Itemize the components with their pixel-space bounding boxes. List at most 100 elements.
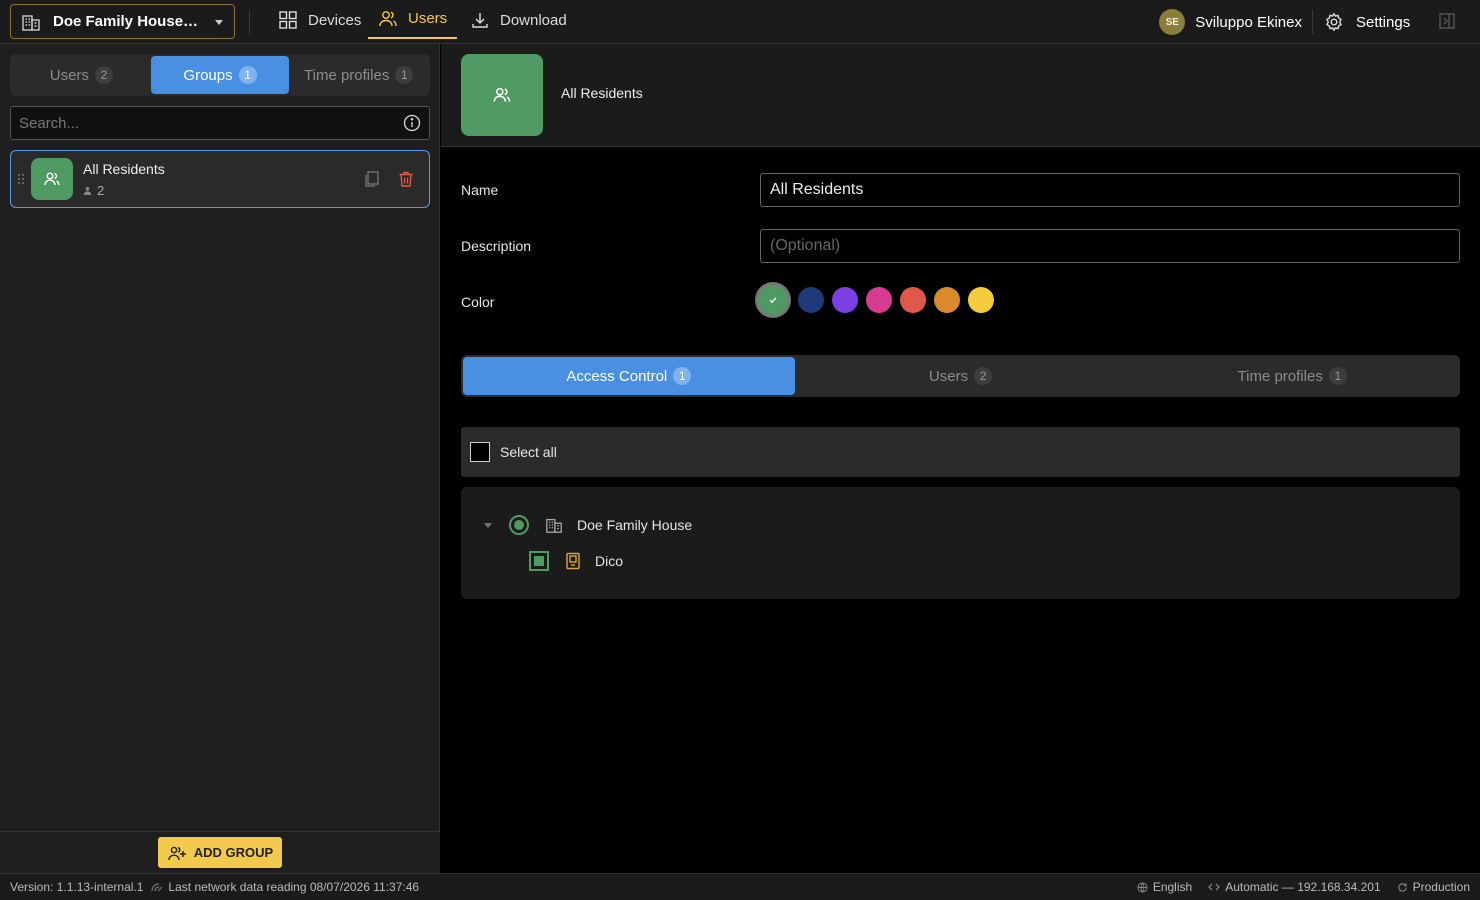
nav-users-label: Users bbox=[408, 10, 448, 27]
name-label: Name bbox=[461, 182, 499, 198]
detail-tabs: Access Control 1 Users 2 Time profiles 1 bbox=[461, 355, 1460, 397]
page-title: All Residents bbox=[561, 85, 643, 101]
count-badge: 1 bbox=[1328, 367, 1347, 385]
group-icon bbox=[31, 158, 73, 200]
color-swatch[interactable] bbox=[798, 287, 824, 313]
status-bar: Version: 1.1.13-internal.1 Last network … bbox=[0, 873, 1480, 900]
count-badge: 1 bbox=[395, 66, 414, 84]
tree-node-label: Doe Family House bbox=[577, 517, 693, 533]
tab-access-control[interactable]: Access Control 1 bbox=[463, 357, 795, 395]
building-icon bbox=[545, 516, 563, 534]
divider bbox=[249, 10, 250, 34]
last-reading: Last network data reading 08/07/2026 11:… bbox=[151, 880, 419, 894]
add-group-icon bbox=[167, 845, 187, 861]
groups-panel: Users 2 Groups 1 Time profiles 1 Search.… bbox=[0, 44, 440, 873]
detail-header: All Residents bbox=[441, 44, 1480, 147]
group-name: All Residents bbox=[83, 160, 165, 177]
gear-icon bbox=[1324, 12, 1344, 32]
list-tabs: Users 2 Groups 1 Time profiles 1 bbox=[10, 54, 430, 96]
tab-users[interactable]: Users 2 bbox=[795, 357, 1127, 395]
user-menu[interactable]: SE Sviluppo Ekinex bbox=[1159, 0, 1302, 44]
intercom-icon bbox=[565, 552, 581, 570]
expand-caret-icon[interactable] bbox=[483, 520, 497, 530]
tree-node-label: Dico bbox=[595, 553, 624, 569]
select-all-label: Select all bbox=[500, 444, 557, 460]
environment-status: Production bbox=[1397, 880, 1470, 894]
connection-status[interactable]: Automatic — 192.168.34.201 bbox=[1208, 880, 1381, 894]
globe-icon bbox=[1137, 881, 1148, 893]
language-selector[interactable]: English bbox=[1137, 880, 1192, 894]
tab-time-profiles[interactable]: Time profiles 1 bbox=[1126, 357, 1458, 395]
root-partial-selector[interactable] bbox=[509, 515, 529, 535]
nav-download[interactable]: Download bbox=[460, 0, 577, 40]
tab-label: Time profiles bbox=[1237, 367, 1323, 385]
description-field[interactable] bbox=[760, 229, 1460, 263]
download-icon bbox=[470, 10, 490, 30]
count-badge: 1 bbox=[673, 367, 692, 385]
member-count: 2 bbox=[83, 183, 355, 198]
select-all-row: Select all bbox=[461, 427, 1460, 477]
drag-handle-icon[interactable] bbox=[11, 173, 31, 185]
refresh-icon bbox=[1397, 882, 1408, 893]
count-badge: 1 bbox=[238, 66, 257, 84]
tab-label: Time profiles bbox=[304, 66, 390, 84]
environment-label: Production bbox=[1412, 880, 1470, 894]
signal-icon bbox=[151, 882, 163, 892]
project-name: Doe Family House Pro... bbox=[53, 13, 202, 30]
copy-icon bbox=[363, 170, 381, 188]
tab-label: Access Control bbox=[566, 367, 668, 385]
panel-footer: ADD GROUP bbox=[0, 831, 440, 873]
nav-devices[interactable]: Devices bbox=[268, 0, 371, 40]
settings-button[interactable]: Settings bbox=[1324, 0, 1410, 44]
select-all-checkbox[interactable] bbox=[470, 442, 490, 462]
avatar: SE bbox=[1159, 9, 1186, 35]
language-label: English bbox=[1152, 880, 1193, 894]
color-swatch[interactable] bbox=[832, 287, 858, 313]
divider bbox=[1312, 10, 1313, 34]
group-icon bbox=[461, 54, 543, 136]
top-bar: Doe Family House Pro... Devices Users bbox=[0, 0, 1480, 44]
trash-icon bbox=[397, 170, 415, 188]
count-badge: 2 bbox=[974, 367, 993, 385]
device-checkbox[interactable] bbox=[529, 551, 549, 571]
search-box bbox=[10, 106, 430, 140]
version-text: Version: 1.1.13-internal.1 bbox=[10, 880, 144, 894]
color-swatch[interactable] bbox=[934, 287, 960, 313]
search-input[interactable] bbox=[19, 114, 403, 132]
info-icon[interactable] bbox=[403, 114, 421, 132]
color-swatch[interactable] bbox=[900, 287, 926, 313]
duplicate-button[interactable] bbox=[355, 162, 389, 196]
color-swatch[interactable] bbox=[866, 287, 892, 313]
access-tree: Doe Family House Dico bbox=[461, 487, 1460, 599]
tree-node-child: Dico bbox=[529, 551, 623, 571]
settings-label: Settings bbox=[1356, 13, 1411, 31]
caret-down-icon bbox=[214, 17, 224, 27]
grid-icon bbox=[278, 10, 298, 30]
tab-label: Users bbox=[928, 367, 969, 385]
color-swatch[interactable] bbox=[758, 285, 788, 315]
name-field[interactable] bbox=[760, 173, 1460, 207]
tab-label: Groups bbox=[183, 66, 233, 84]
building-icon bbox=[21, 12, 41, 32]
tree-node-root: Doe Family House bbox=[483, 515, 692, 535]
add-group-button[interactable]: ADD GROUP bbox=[157, 837, 283, 868]
add-group-label: ADD GROUP bbox=[193, 845, 274, 860]
list-item[interactable]: All Residents 2 bbox=[10, 150, 430, 208]
color-swatch[interactable] bbox=[968, 287, 994, 313]
color-label: Color bbox=[461, 294, 495, 310]
tab-time-profiles[interactable]: Time profiles 1 bbox=[289, 56, 428, 94]
delete-button[interactable] bbox=[389, 162, 423, 196]
project-selector[interactable]: Doe Family House Pro... bbox=[10, 4, 235, 39]
nav-users[interactable]: Users bbox=[368, 0, 458, 39]
code-icon bbox=[1208, 882, 1221, 892]
users-icon bbox=[378, 9, 398, 29]
connection-label: Automatic — 192.168.34.201 bbox=[1225, 880, 1381, 894]
count-badge: 2 bbox=[94, 66, 113, 84]
group-detail: All Residents Name Description Color Acc… bbox=[441, 44, 1480, 873]
tab-groups[interactable]: Groups 1 bbox=[150, 56, 290, 94]
logout-icon[interactable] bbox=[1438, 12, 1456, 30]
last-reading-text: Last network data reading 08/07/2026 11:… bbox=[168, 880, 420, 894]
check-icon bbox=[769, 297, 777, 304]
tab-label: Users bbox=[49, 66, 89, 84]
tab-users[interactable]: Users 2 bbox=[12, 56, 151, 94]
